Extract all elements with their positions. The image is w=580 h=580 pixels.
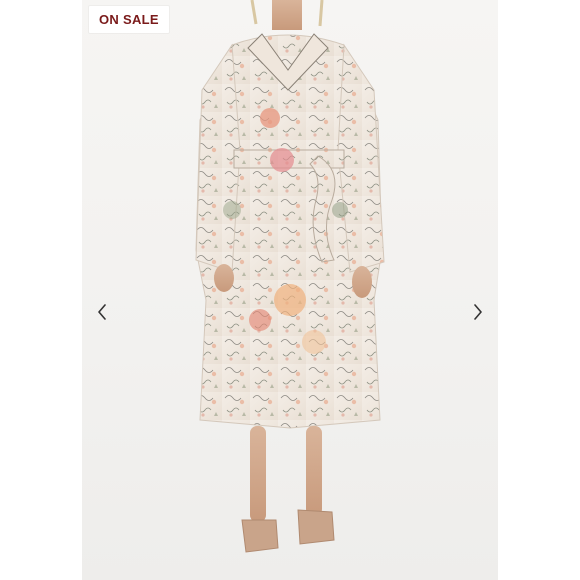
on-sale-badge-label: ON SALE [99,12,159,27]
product-image-carousel: ON SALE [0,0,580,580]
carousel-next-button[interactable] [466,300,490,324]
floral-motif [270,148,294,172]
sleeve-left [195,43,241,273]
chevron-left-icon [98,304,106,320]
floral-motif [223,201,241,219]
leg-left [250,426,266,522]
floral-motif [332,202,348,218]
model-neck [272,0,302,30]
sandal-left [241,519,279,553]
floral-motif [302,330,326,354]
leg-right [306,426,322,516]
earring-right [318,0,324,27]
hand-right [352,266,372,298]
floral-motif [260,108,280,128]
chevron-right-icon [474,304,482,320]
floral-motif [274,284,306,316]
product-photo [195,0,385,553]
on-sale-badge: ON SALE [89,6,169,33]
hand-left [214,264,234,292]
carousel-prev-button[interactable] [90,300,114,324]
earring-left [250,0,258,25]
sandal-right [297,509,335,545]
floral-motif [249,309,271,331]
